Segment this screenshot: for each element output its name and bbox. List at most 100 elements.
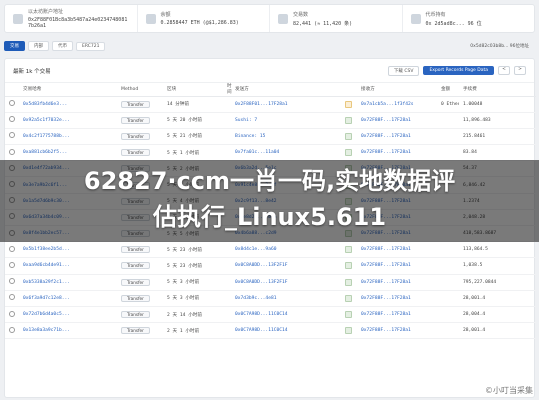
download-csv-button[interactable]: 下载 CSV	[387, 65, 420, 76]
method-badge: Transfer	[121, 278, 150, 286]
table-header-row: 交易哈希 Method 区块 时间 发送方 接收方 金额 手续费	[5, 83, 536, 97]
from-address-link[interactable]: 0x7fa01c...11a04	[231, 144, 341, 162]
eye-icon[interactable]	[9, 310, 15, 317]
table-row: 0x5b1f38ee2b5d... Transfer 5 天 23 小时前 0x8d4…	[5, 241, 536, 259]
to-address-link[interactable]: 0x72F88F...17F28a1	[357, 128, 437, 146]
value-cell	[437, 290, 459, 307]
from-address-link[interactable]: 0x7d3b9c...4e81	[231, 290, 341, 307]
wallet-icon	[13, 13, 23, 24]
summary-bar: 以太坊账户地址 0x2F88F01Bc8a3b5487a24e023474808…	[4, 4, 535, 33]
export-button[interactable]: Export Records Page Data	[423, 66, 494, 75]
direction-icon	[345, 149, 352, 157]
value-cell	[437, 306, 459, 324]
eye-icon[interactable]	[9, 261, 15, 268]
block-age: 2 天 14 小时前	[163, 306, 223, 324]
table-row: 0x92a5c1f7032e... Transfer 5 天 20 小时前 Sushi…	[5, 112, 536, 129]
summary-label: 以太坊账户地址	[28, 9, 64, 15]
tab-internal[interactable]: 内部	[28, 41, 49, 51]
direction-cell	[341, 257, 357, 275]
tx-hash-link[interactable]: 0xa881cb6b2f5...	[19, 144, 117, 162]
col-header: 接收方	[357, 83, 437, 97]
col-header	[341, 83, 357, 97]
direction-cell	[341, 241, 357, 259]
table-row: 0x13e8a3a9c71b... Transfer 2 天 1 小时前 0x0C7A…	[5, 322, 536, 340]
time-cell	[223, 257, 231, 275]
eye-icon[interactable]	[9, 148, 15, 155]
col-header	[5, 83, 19, 97]
view-details-cell	[5, 241, 19, 259]
view-details-cell	[5, 96, 19, 113]
method-badge: Transfer	[121, 132, 150, 140]
from-address-link[interactable]: 0x8d4c1e...9a60	[231, 241, 341, 259]
summary-value[interactable]: 0x 2d5ad8c... 96 位	[426, 20, 482, 27]
eye-icon[interactable]	[9, 294, 15, 301]
tx-hash-link[interactable]: 0x5d83fb4d6e3...	[19, 96, 117, 113]
time-cell	[223, 128, 231, 146]
to-address-link[interactable]: 0x72F88F...17F28a1	[357, 306, 437, 324]
col-header: Method	[117, 83, 163, 97]
direction-cell	[341, 274, 357, 291]
next-page-button[interactable]: >	[514, 66, 526, 75]
tab-tokens[interactable]: 代币	[52, 41, 73, 51]
method-badge: Transfer	[121, 149, 150, 157]
value-cell	[437, 257, 459, 275]
eye-icon[interactable]	[9, 132, 15, 139]
watermark-text: 62827·ccm一肖一码,实地数据评 估执行_Linux5.611	[0, 163, 539, 235]
value-cell	[437, 144, 459, 162]
direction-icon	[345, 100, 352, 108]
direction-icon	[345, 278, 352, 286]
eye-icon[interactable]	[9, 116, 15, 123]
eye-icon[interactable]	[9, 278, 15, 285]
method-badge: Transfer	[121, 100, 150, 108]
from-address-link[interactable]: 0x0C7A98D...11C0C14	[231, 306, 341, 324]
tab-erc721[interactable]: ERC721	[76, 41, 106, 51]
direction-cell	[341, 290, 357, 307]
from-address-link[interactable]: Binance: 15	[231, 128, 341, 146]
from-address-link[interactable]: 0x0C7A98D...11C0C14	[231, 322, 341, 340]
from-address-link[interactable]: 0x0C8A0DD...13F2F1F	[231, 257, 341, 275]
to-address-link[interactable]: 0x72F88F...17F28a1	[357, 322, 437, 340]
watermark-line-1: 62827·ccm一肖一码,实地数据评	[83, 167, 456, 195]
from-address-link[interactable]: 0x0C8A0DD...13F2F1F	[231, 274, 341, 291]
block-age: 2 天 1 小时前	[163, 322, 223, 340]
prev-page-button[interactable]: <	[498, 66, 510, 75]
tx-hash-link[interactable]: 0x5b1f38ee2b5d...	[19, 241, 117, 259]
method-badge: Transfer	[121, 262, 150, 270]
time-cell	[223, 241, 231, 259]
from-address-link[interactable]: 0x2F88F01...17F28a1	[231, 96, 341, 113]
page: 以太坊账户地址 0x2F88F01Bc8a3b5487a24e023474808…	[0, 0, 539, 400]
to-address-link[interactable]: 0x72F88F...17F28a1	[357, 290, 437, 307]
tx-hash-link[interactable]: 0xb5338a29f2c1...	[19, 274, 117, 291]
direction-icon	[345, 327, 352, 335]
to-address-link[interactable]: 0x72F88F...17F28a1	[357, 241, 437, 259]
table-row: 0x72d7b6d4a0c5... Transfer 2 天 14 小时前 0x0C7…	[5, 306, 536, 324]
view-details-cell	[5, 112, 19, 129]
tx-hash-link[interactable]: 0x92a5c1f7032e...	[19, 112, 117, 129]
value-cell	[437, 322, 459, 340]
summary-value[interactable]: 0x2F88F01Bc8a3b5487a24e0234748081 7b26a1	[28, 17, 129, 29]
from-address-link[interactable]: Sushi: 7	[231, 112, 341, 129]
tx-hash-link[interactable]: 0x13e8a3a9c71b...	[19, 322, 117, 340]
eye-icon[interactable]	[9, 100, 15, 107]
to-address-link[interactable]: 0x7a1cb5a...1f3f42s	[357, 96, 437, 113]
table-title: 最新 1k 个交易	[13, 68, 51, 75]
block-age: 5 天 3 小时前	[163, 290, 223, 307]
to-address-link[interactable]: 0x72F88F...17F28a1	[357, 144, 437, 162]
summary-label: 代币持有	[425, 11, 446, 18]
tx-hash-link[interactable]: 0x4c2f1775788b...	[19, 128, 117, 146]
eye-icon[interactable]	[9, 326, 15, 333]
to-address-link[interactable]: 0x72F88F...17F28a1	[357, 112, 437, 129]
tab-transactions[interactable]: 交易	[4, 41, 25, 51]
tx-hash-link[interactable]: 0xaa9d6cb4de91...	[19, 257, 117, 275]
col-header: 发送方	[231, 83, 341, 97]
to-address-link[interactable]: 0x72F88F...17F28a1	[357, 257, 437, 275]
method-cell: Transfer	[117, 96, 163, 113]
tx-hash-link[interactable]: 0x6f3a9d7c12e8...	[19, 290, 117, 307]
tx-hash-link[interactable]: 0x72d7b6d4a0c5...	[19, 306, 117, 324]
view-details-cell	[5, 290, 19, 307]
fee-cell: 1.00048	[459, 96, 536, 113]
view-details-cell	[5, 306, 19, 324]
to-address-link[interactable]: 0x72F88F...17F28a1	[357, 274, 437, 291]
eye-icon[interactable]	[9, 245, 15, 252]
summary-label: 余额	[160, 12, 171, 18]
